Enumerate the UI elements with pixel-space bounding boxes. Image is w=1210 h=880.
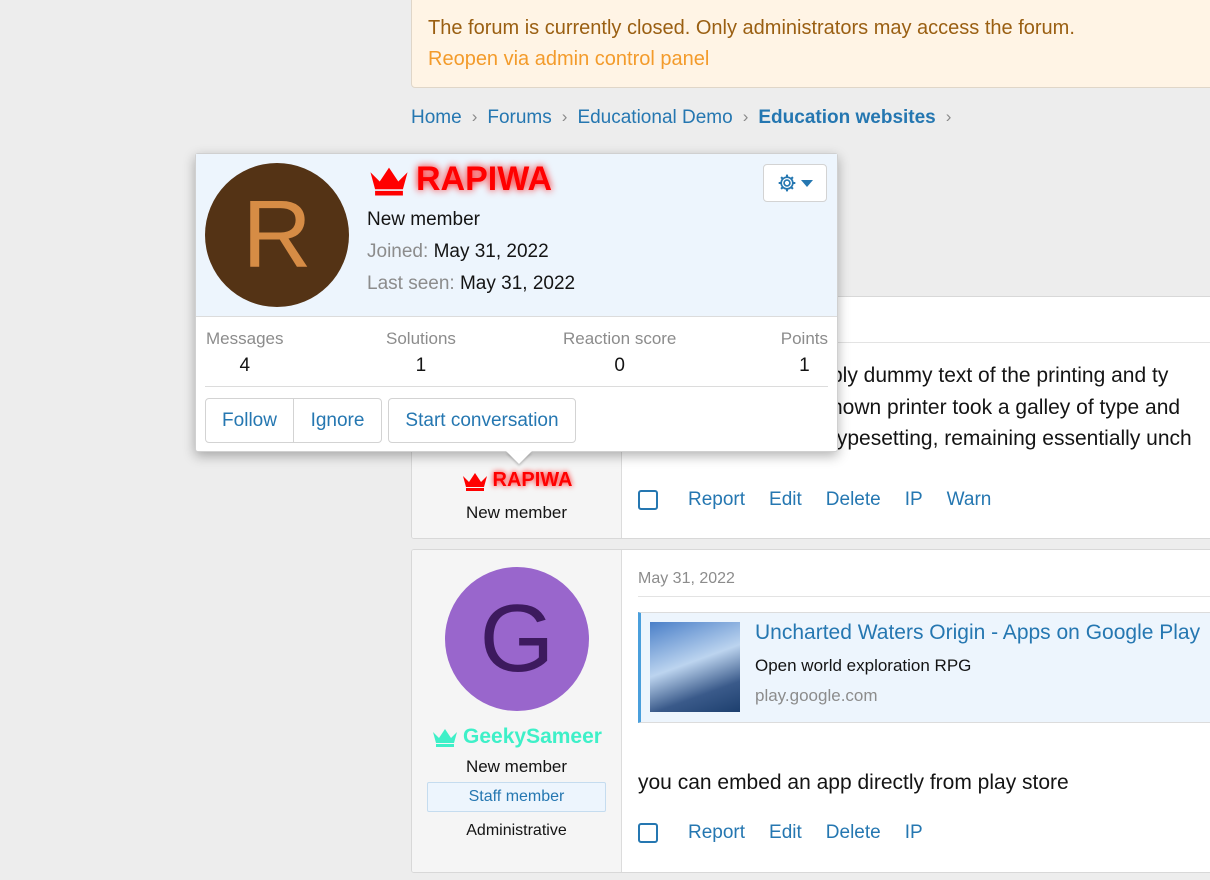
breadcrumb-home[interactable]: Home xyxy=(411,107,462,129)
crown-icon xyxy=(433,729,458,747)
post-header-divider xyxy=(638,596,1210,597)
username-link[interactable]: GeekySameer xyxy=(412,725,621,749)
caret-down-icon xyxy=(801,179,813,187)
post-geekysameer: G GeekySameer New member Staff member Ad… xyxy=(411,549,1210,873)
breadcrumb-educational-demo[interactable]: Educational Demo xyxy=(577,107,732,129)
gear-icon xyxy=(778,174,796,192)
select-checkbox[interactable] xyxy=(638,490,658,510)
joined-row: Joined: May 31, 2022 xyxy=(367,241,549,263)
stat-value: 1 xyxy=(799,355,810,376)
tooltip-arrow xyxy=(506,451,532,464)
settings-menu-button[interactable] xyxy=(763,164,827,202)
post-body: you can embed an app directly from play … xyxy=(638,771,1069,794)
avatar[interactable]: G xyxy=(445,567,589,711)
divider xyxy=(205,386,828,387)
forum-closed-notice: The forum is currently closed. Only admi… xyxy=(411,0,1210,88)
user-title: New member xyxy=(367,209,480,230)
follow-ignore-group: Follow Ignore xyxy=(205,398,382,443)
username: RAPIWA xyxy=(492,469,573,491)
user-group: Administrative xyxy=(466,822,567,839)
embed-domain: play.google.com xyxy=(755,686,878,705)
chevron-right-icon[interactable]: › xyxy=(946,107,952,129)
link-embed[interactable]: Uncharted Waters Origin - Apps on Google… xyxy=(638,612,1210,723)
warn-link[interactable]: Warn xyxy=(947,489,992,511)
stat-solutions: Solutions 1 xyxy=(386,329,456,377)
last-seen-row: Last seen: May 31, 2022 xyxy=(367,273,575,295)
user-title: New member xyxy=(465,757,568,776)
breadcrumb-forums[interactable]: Forums xyxy=(487,107,551,129)
embed-description: Open world exploration RPG xyxy=(755,656,972,675)
post-actions: Report Edit Delete IP Warn xyxy=(638,489,991,511)
stat-label: Solutions xyxy=(386,329,456,348)
delete-link[interactable]: Delete xyxy=(826,822,881,844)
stat-messages: Messages 4 xyxy=(206,329,283,377)
select-checkbox[interactable] xyxy=(638,823,658,843)
edit-link[interactable]: Edit xyxy=(769,822,802,844)
post-body: ply dummy text of the printing and ty no… xyxy=(831,360,1192,455)
user-cell: G GeekySameer New member Staff member Ad… xyxy=(412,550,622,872)
avatar[interactable]: R xyxy=(205,163,349,307)
chevron-right-icon: › xyxy=(471,107,478,126)
breadcrumb-education-websites[interactable]: Education websites xyxy=(758,107,935,129)
notice-message: The forum is currently closed. Only admi… xyxy=(428,17,1075,39)
chevron-right-icon: › xyxy=(561,107,568,126)
reopen-link[interactable]: Reopen via admin control panel xyxy=(428,44,1210,75)
stat-reaction-score: Reaction score 0 xyxy=(563,329,676,377)
ip-link[interactable]: IP xyxy=(905,489,923,511)
body-line: typesetting, remaining essentially unch xyxy=(831,427,1192,450)
username-link[interactable]: RAPIWA xyxy=(412,469,621,492)
delete-link[interactable]: Delete xyxy=(826,489,881,511)
username-link[interactable]: RAPIWA xyxy=(366,160,552,199)
post-actions: Report Edit Delete IP xyxy=(638,822,923,844)
joined-date: May 31, 2022 xyxy=(433,241,549,262)
chevron-right-icon: › xyxy=(742,107,749,126)
last-seen-label: Last seen: xyxy=(367,273,455,294)
stat-label: Reaction score xyxy=(563,329,677,348)
member-tooltip: R RAPIWA New member Joined: May 31, 2022… xyxy=(195,153,838,464)
report-link[interactable]: Report xyxy=(688,489,745,511)
ignore-button[interactable]: Ignore xyxy=(294,410,381,432)
stat-value: 4 xyxy=(239,355,251,376)
stat-label: Points xyxy=(780,329,828,348)
edit-link[interactable]: Edit xyxy=(769,489,802,511)
breadcrumb: Home › Forums › Educational Demo › Educatio… xyxy=(411,107,961,129)
tooltip-header: R RAPIWA New member Joined: May 31, 2022… xyxy=(196,154,837,317)
staff-banner: Staff member xyxy=(427,782,606,812)
crown-icon xyxy=(462,472,487,491)
crown-icon xyxy=(370,167,408,195)
body-line: ply dummy text of the printing and ty xyxy=(831,364,1169,387)
stat-points: Points 1 xyxy=(781,329,828,377)
user-title: New member xyxy=(465,503,568,522)
username: RAPIWA xyxy=(416,160,552,198)
embed-thumbnail xyxy=(650,622,740,712)
ip-link[interactable]: IP xyxy=(905,822,923,844)
username: GeekySameer xyxy=(463,725,602,748)
embed-title[interactable]: Uncharted Waters Origin - Apps on Google… xyxy=(755,621,1200,645)
stat-value: 0 xyxy=(614,355,625,376)
follow-button[interactable]: Follow xyxy=(206,399,294,442)
stat-label: Messages xyxy=(206,329,284,348)
body-line: nown printer took a galley of type and xyxy=(831,395,1181,419)
last-seen-date[interactable]: May 31, 2022 xyxy=(460,273,575,294)
report-link[interactable]: Report xyxy=(688,822,745,844)
joined-label: Joined: xyxy=(367,241,429,262)
stat-value: 1 xyxy=(415,355,427,376)
start-conversation-button[interactable]: Start conversation xyxy=(388,398,576,443)
post-date[interactable]: May 31, 2022 xyxy=(638,570,735,588)
